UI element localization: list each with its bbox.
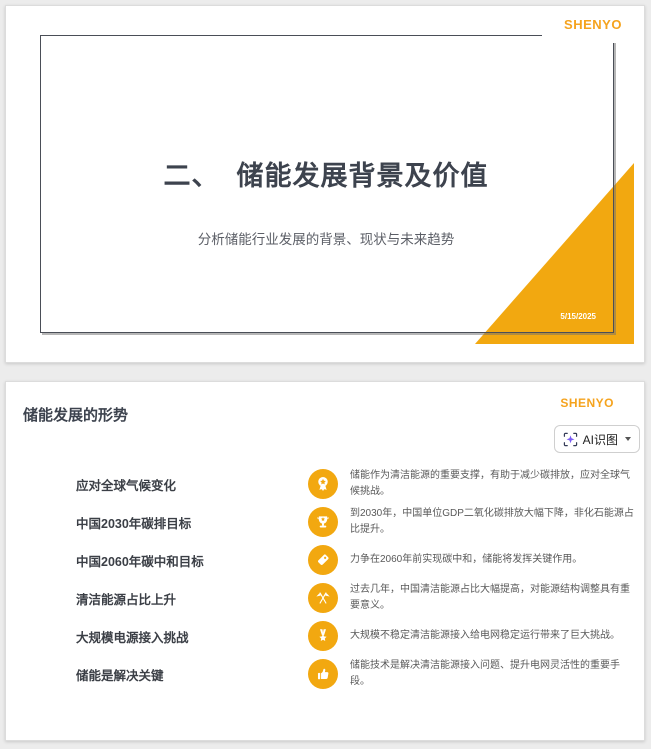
item-description: 储能作为清洁能源的重要支撑，有助于减少碳排放，应对全球气候挑战。 (350, 470, 630, 497)
ai-recognize-button[interactable]: AI识图 (553, 425, 640, 453)
logo-box: SHENYO (542, 6, 644, 43)
thumbs-up-icon (308, 659, 338, 689)
item-description: 储能技术是解决清洁能源接入问题、提升电网灵活性的重要手段。 (350, 660, 620, 687)
item-label: 储能是解决关键 (76, 668, 164, 683)
logo-box: SHENYO (560, 394, 614, 412)
slide-title: 储能发展的形势 (23, 407, 129, 424)
slide-2-card: 储能发展的形势 SHENYO AI识图 应对全球气候变化 储能作为清洁能源的重要… (5, 381, 645, 741)
list-item: 中国2030年碳排目标 到2030年，中国单位GDP二氧化碳排放大幅下降，非化石… (6, 503, 644, 541)
list-item: 应对全球气候变化 储能作为清洁能源的重要支撑，有助于减少碳排放，应对全球气候挑战… (6, 465, 644, 503)
slide-subtitle: 分析储能行业发展的背景、现状与未来趋势 (197, 232, 455, 247)
shenyo-logo: SHENYO (560, 396, 614, 410)
trophy-icon (308, 507, 338, 537)
item-label: 清洁能源占比上升 (76, 592, 177, 607)
item-label: 大规模电源接入挑战 (76, 630, 189, 645)
list-item: 大规模电源接入挑战 大规模不稳定清洁能源接入给电网稳定运行带来了巨大挑战。 (6, 617, 644, 655)
feature-list: 应对全球气候变化 储能作为清洁能源的重要支撑，有助于减少碳排放，应对全球气候挑战… (6, 465, 644, 693)
slide-1-card: SHENYO 二、 储能发展背景及价值 分析储能行业发展的背景、现状与未来趋势 … (5, 5, 645, 363)
ai-button-label: AI识图 (582, 432, 618, 447)
crossed-flags-icon (308, 583, 338, 613)
list-item: 清洁能源占比上升 过去几年，中国清洁能源占比大幅提高，对能源结构调整具有重要意义… (6, 579, 644, 617)
scan-sparkle-icon (563, 432, 578, 447)
chevron-down-icon[interactable] (625, 437, 631, 441)
item-description: 过去几年，中国清洁能源占比大幅提高，对能源结构调整具有重要意义。 (350, 584, 630, 611)
item-description: 大规模不稳定清洁能源接入给电网稳定运行带来了巨大挑战。 (350, 630, 620, 641)
list-item: 中国2060年碳中和目标 力争在2060年前实现碳中和，储能将发挥关键作用。 (6, 541, 644, 579)
item-label: 中国2030年碳排目标 (76, 516, 192, 531)
slide-date: 5/15/2025 (560, 312, 596, 321)
tag-icon (308, 545, 338, 575)
shenyo-logo: SHENYO (564, 17, 622, 32)
item-description: 力争在2060年前实现碳中和，储能将发挥关键作用。 (350, 554, 583, 565)
medal-icon (308, 621, 338, 651)
slide-title: 二、 储能发展背景及价值 (163, 161, 489, 191)
list-item: 储能是解决关键 储能技术是解决清洁能源接入问题、提升电网灵活性的重要手段。 (6, 655, 644, 693)
rosette-award-icon (308, 469, 338, 499)
item-description: 到2030年，中国单位GDP二氧化碳排放大幅下降，非化石能源占比提升。 (350, 508, 634, 535)
item-label: 中国2060年碳中和目标 (76, 554, 204, 569)
item-label: 应对全球气候变化 (76, 478, 177, 493)
